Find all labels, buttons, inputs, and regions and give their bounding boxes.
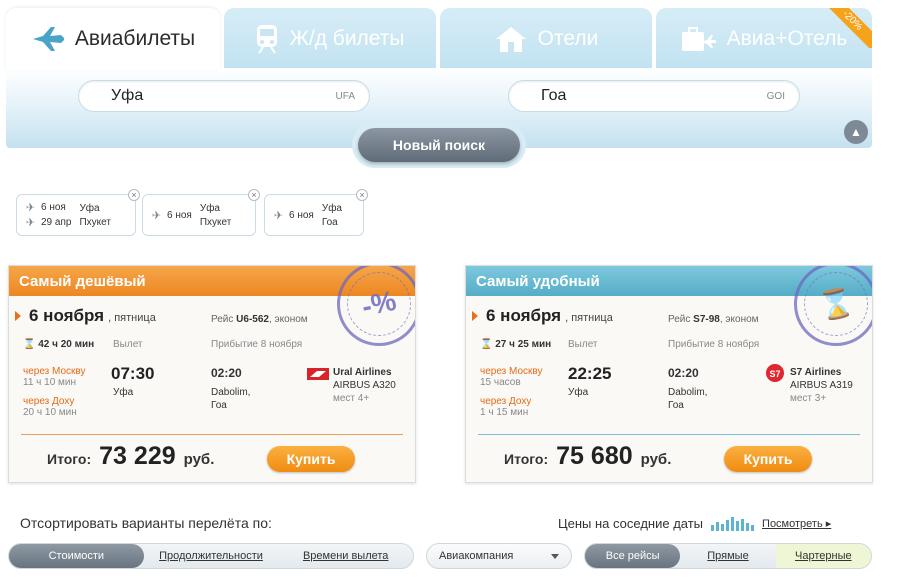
departure-city: Уфа	[113, 387, 134, 398]
tab-flight-hotel[interactable]: Авиа+Отель -20%	[656, 8, 872, 70]
destination-code: GOI	[766, 90, 785, 102]
arrival-label: Прибытие 8 ноября	[211, 339, 303, 350]
s7-logo-icon: S7	[766, 364, 784, 387]
offer-card-cheapest: Самый дешёвый -% 6 ноября , пятница Рейс…	[8, 265, 416, 483]
destination-field[interactable]: Гоа GOI	[508, 80, 800, 112]
sort-by-duration[interactable]: Продолжительности	[144, 544, 279, 568]
tab-hotels[interactable]: Отели	[440, 8, 652, 70]
tab-flights[interactable]: Авиабилеты	[6, 8, 220, 70]
departure-time: 07:30	[111, 364, 155, 383]
close-icon[interactable]: ×	[248, 189, 260, 201]
airline-info: S7 Airlines AIRBUS A319 мест 3+	[790, 367, 853, 404]
history-chip[interactable]: ✈ 6 ноя Уфа Пхукет ×	[142, 189, 260, 236]
filter-all-flights[interactable]: Все рейсы	[585, 544, 681, 568]
departure-label: Вылет	[568, 339, 598, 350]
flight-number: Рейс S7-98, эконом	[668, 314, 759, 325]
offer-date: 6 ноября	[29, 306, 105, 325]
departure-city: Уфа	[568, 387, 589, 398]
view-nearby-link[interactable]: Посмотреть ▸	[762, 517, 831, 530]
new-search-button[interactable]: Новый поиск	[358, 128, 520, 162]
offer-card-convenient: Самый удобный ⌛ 6 ноября , пятница Рейс …	[465, 265, 873, 483]
price-amount: 73 229	[99, 442, 176, 470]
airline-select-value: Авиакомпания	[439, 550, 514, 562]
departure-label: Вылет	[113, 339, 143, 350]
plane-icon: ✈	[151, 209, 162, 222]
layover-1: через Москву 15 часов	[480, 366, 543, 388]
flight-number: Рейс U6-562, эконом	[211, 314, 308, 325]
train-icon	[255, 24, 279, 54]
offer-weekday: , пятница	[565, 312, 613, 324]
origin-field[interactable]: Уфа UFA	[78, 80, 370, 112]
filter-charter[interactable]: Чартерные	[775, 544, 871, 568]
tab-trains[interactable]: Ж/д билеты	[224, 8, 436, 70]
house-icon	[494, 25, 528, 53]
price-total: Итого: 75 680 руб.	[504, 442, 672, 470]
arrival-city: Dabolim, Гоа	[668, 387, 708, 411]
divider	[478, 434, 860, 435]
airline-info: Ural Airlines AIRBUS A320 мест 4+	[333, 367, 396, 404]
tab-label: Ж/д билеты	[289, 27, 405, 50]
bar-chart-icon	[711, 515, 755, 531]
buy-button[interactable]: Купить	[267, 446, 355, 472]
sort-segmented: Стоимости Продолжительности Времени выле…	[8, 543, 414, 569]
close-icon[interactable]: ×	[356, 189, 368, 201]
offer-weekday: , пятница	[108, 312, 156, 324]
nearby-dates: Цены на соседние даты Посмотреть ▸	[558, 515, 831, 531]
sort-by-departure[interactable]: Времени вылета	[278, 544, 413, 568]
buy-button[interactable]: Купить	[724, 446, 812, 472]
tab-label: Авиабилеты	[74, 27, 196, 50]
plane-icon: ✈	[273, 209, 284, 222]
arrival-time: 02:20	[211, 366, 242, 380]
filter-direct[interactable]: Прямые	[680, 544, 775, 568]
history-chip[interactable]: ✈ 6 ноя ✈ 29 апр Уфа Пхукет ×	[16, 189, 140, 236]
arrow-icon	[472, 311, 478, 321]
flight-duration: ⌛ 42 ч 20 мин	[23, 339, 95, 350]
origin-code: UFA	[335, 90, 355, 102]
layover-2: через Доху 1 ч 15 мин	[480, 396, 532, 418]
sort-by-price[interactable]: Стоимости	[9, 544, 144, 568]
tab-bar: Авиабилеты Ж/д билеты Отели Авиа+Отель -…	[6, 8, 872, 70]
tab-label: Отели	[537, 27, 599, 50]
origin-city: Уфа	[111, 87, 144, 104]
suitcase-icon	[681, 26, 717, 52]
arrow-icon	[15, 311, 21, 321]
departure-time: 22:25	[568, 364, 612, 383]
layover-1: через Москву 11 ч 10 мин	[23, 366, 86, 388]
arrival-label: Прибытие 8 ноября	[668, 339, 760, 350]
destination-city: Гоа	[541, 87, 567, 104]
svg-text:S7: S7	[769, 369, 780, 379]
flight-duration: ⌛ 27 ч 25 мин	[480, 339, 552, 350]
price-total: Итого: 73 229 руб.	[47, 442, 215, 470]
offer-date: 6 ноября	[486, 306, 562, 325]
price-amount: 75 680	[556, 442, 633, 470]
flight-type-segmented: Все рейсы Прямые Чартерные	[584, 543, 872, 569]
chevron-down-icon	[551, 553, 559, 559]
layover-2: через Доху 20 ч 10 мин	[23, 396, 77, 418]
sort-title: Отсортировать варианты перелёта по:	[20, 515, 272, 531]
arrival-time: 02:20	[668, 366, 699, 380]
new-search-wrap: Новый поиск	[352, 122, 526, 168]
nearby-dates-label: Цены на соседние даты	[558, 515, 704, 531]
airline-select[interactable]: Авиакомпания	[426, 543, 572, 569]
divider	[21, 434, 403, 435]
history-chip[interactable]: ✈ 6 ноя Уфа Гоа ×	[264, 189, 368, 236]
warning-icon[interactable]: ▲	[844, 120, 868, 144]
plane-icon: ✈	[25, 202, 36, 214]
arrival-city: Dabolim, Гоа	[211, 387, 251, 411]
discount-badge: -20%	[820, 8, 872, 48]
ural-airlines-logo-icon	[307, 367, 329, 385]
plane-icon	[31, 26, 65, 52]
close-icon[interactable]: ×	[128, 189, 140, 201]
plane-icon: ✈	[25, 217, 36, 229]
